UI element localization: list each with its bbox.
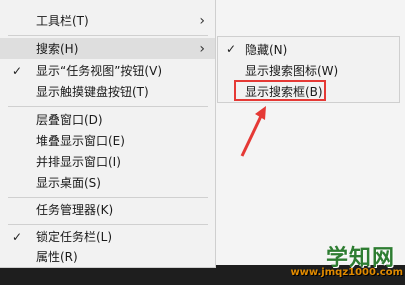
- menu-item-label: 任务管理器(K): [36, 203, 114, 217]
- taskbar-context-menu: 工具栏(T) › 搜索(H) › ✓ 显示“任务视图”按钮(V) 显示触摸键盘按…: [0, 0, 216, 268]
- menu-item-toolbars[interactable]: 工具栏(T) ›: [0, 10, 215, 31]
- menu-item-label: 锁定任务栏(L): [36, 230, 113, 244]
- menu-item-label: 堆叠显示窗口(E): [36, 134, 125, 148]
- menu-item-stack-windows[interactable]: 堆叠显示窗口(E): [0, 130, 215, 151]
- chevron-right-icon: ›: [199, 12, 205, 29]
- menu-item-label: 层叠窗口(D): [36, 113, 103, 127]
- chevron-right-icon: ›: [199, 40, 205, 57]
- annotation-highlight-box: [234, 80, 326, 101]
- watermark: 学知网 www.jmqz1000.com: [290, 240, 405, 285]
- menu-separator: [8, 224, 208, 225]
- menu-item-label: 并排显示窗口(I): [36, 155, 121, 169]
- menu-separator: [8, 106, 208, 107]
- submenu-item-label: 隐藏(N): [245, 42, 288, 57]
- menu-item-show-desktop[interactable]: 显示桌面(S): [0, 172, 215, 193]
- menu-item-label: 显示触摸键盘按钮(T): [36, 85, 149, 99]
- submenu-item-hidden[interactable]: ✓ 隐藏(N): [218, 39, 399, 59]
- menu-item-task-manager[interactable]: 任务管理器(K): [0, 199, 215, 220]
- menu-item-label: 显示桌面(S): [36, 176, 101, 190]
- menu-item-lock-taskbar[interactable]: ✓ 锁定任务栏(L): [0, 226, 215, 247]
- menu-item-show-task-view-button[interactable]: ✓ 显示“任务视图”按钮(V): [0, 60, 215, 81]
- menu-separator: [8, 197, 208, 198]
- annotation-arrow-icon: [240, 106, 266, 157]
- submenu-item-label: 显示搜索图标(W): [245, 63, 339, 78]
- menu-item-properties[interactable]: 属性(R): [0, 246, 215, 267]
- menu-item-side-by-side-windows[interactable]: 并排显示窗口(I): [0, 151, 215, 172]
- check-icon: ✓: [226, 42, 237, 56]
- menu-separator: [8, 35, 208, 36]
- submenu-item-show-search-icon[interactable]: 显示搜索图标(W): [218, 60, 399, 80]
- check-icon: ✓: [12, 229, 23, 244]
- menu-item-label: 工具栏(T): [36, 14, 89, 28]
- menu-item-label: 属性(R): [36, 250, 78, 264]
- watermark-url: www.jmqz1000.com: [290, 267, 403, 278]
- menu-item-label: 搜索(H): [36, 42, 79, 56]
- check-icon: ✓: [12, 63, 23, 78]
- menu-item-search[interactable]: 搜索(H) ›: [0, 38, 215, 59]
- menu-item-cascade-windows[interactable]: 层叠窗口(D): [0, 109, 215, 130]
- menu-item-label: 显示“任务视图”按钮(V): [36, 64, 163, 78]
- menu-item-show-touch-keyboard[interactable]: 显示触摸键盘按钮(T): [0, 81, 215, 102]
